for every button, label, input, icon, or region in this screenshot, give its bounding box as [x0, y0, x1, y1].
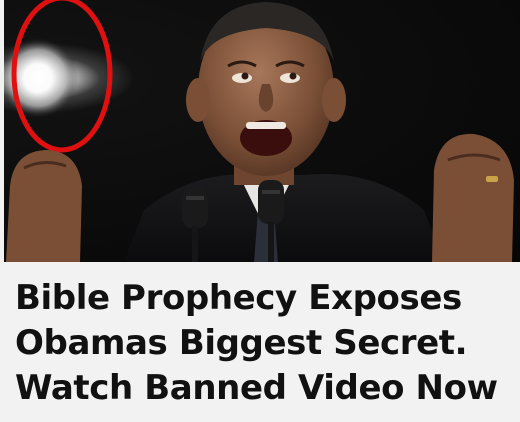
headline-line-1[interactable]: Bible Prophecy Exposes — [15, 276, 515, 321]
headline-line-2[interactable]: Obamas Biggest Secret. — [15, 321, 515, 366]
photo-illustration — [4, 0, 514, 262]
right-fist — [432, 133, 514, 262]
headline-area[interactable]: Bible Prophecy Exposes Obamas Biggest Se… — [0, 262, 520, 422]
microphone-left — [182, 188, 208, 228]
ad-headline[interactable]: Bible Prophecy Exposes Obamas Biggest Se… — [15, 276, 515, 411]
microphone-right — [258, 180, 284, 224]
ad-card[interactable]: Bible Prophecy Exposes Obamas Biggest Se… — [0, 0, 520, 422]
ad-photo[interactable] — [4, 0, 520, 262]
headline-line-3[interactable]: Watch Banned Video Now — [15, 366, 515, 411]
left-fist — [6, 150, 82, 262]
